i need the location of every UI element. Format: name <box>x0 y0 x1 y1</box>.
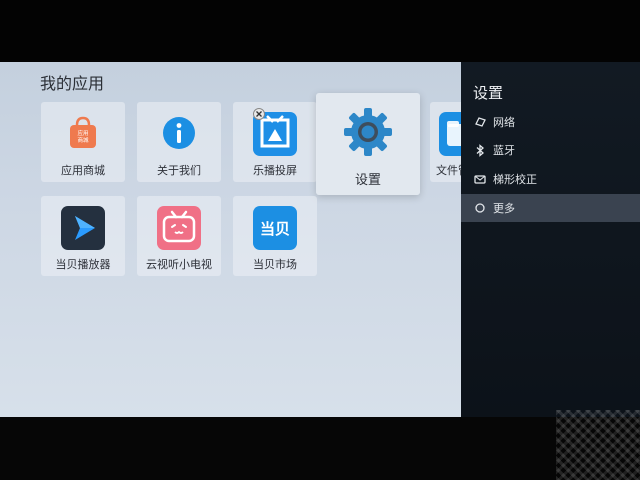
app-tile-dangbei-market[interactable]: 当贝 当贝市场 <box>233 196 317 276</box>
tv-screen: 我的应用 应用 商城 应用商城 关于我们 乐播投屏 设置 文件 当贝播放器 云视… <box>0 62 640 417</box>
uninstall-badge-icon <box>253 108 265 120</box>
settings-item-label: 网络 <box>493 116 515 129</box>
dangbei-market-icon: 当贝 <box>253 206 297 250</box>
more-icon <box>473 201 487 215</box>
market-icon-text: 当贝 <box>259 219 290 238</box>
app-label-store: 应用商城 <box>61 164 105 177</box>
settings-item-label: 蓝牙 <box>493 144 515 157</box>
network-icon <box>473 115 487 129</box>
dangbei-player-icon <box>61 206 105 250</box>
settings-panel: 设置 网络 蓝牙 梯形校正 更多 <box>461 62 640 417</box>
page-title: 我的应用 <box>40 74 105 93</box>
app-tile-store[interactable]: 应用 商城 应用商城 <box>41 102 125 182</box>
app-tile-files[interactable]: 文件管 <box>430 102 462 182</box>
settings-item-network[interactable]: 网络 <box>461 108 640 136</box>
app-label-dangbei-market: 当贝市场 <box>253 258 297 271</box>
settings-item-more[interactable]: 更多 <box>461 194 640 222</box>
settings-item-bluetooth[interactable]: 蓝牙 <box>461 136 640 164</box>
app-tile-bilibili[interactable]: 云视听小电视 <box>137 196 221 276</box>
app-label-bilibili: 云视听小电视 <box>146 258 212 271</box>
app-label-settings: 设置 <box>354 173 381 188</box>
app-tile-lebo[interactable]: 乐播投屏 <box>233 102 317 182</box>
app-label-lebo: 乐播投屏 <box>253 164 297 177</box>
app-label-files: 文件管 <box>436 164 462 177</box>
settings-item-label: 更多 <box>493 202 515 215</box>
bilibili-tv-icon <box>157 206 201 250</box>
app-store-bag-icon: 应用 商城 <box>67 116 99 154</box>
info-icon <box>162 116 196 154</box>
settings-item-keystone[interactable]: 梯形校正 <box>461 165 640 193</box>
store-badge-line-1: 应用 <box>77 129 88 137</box>
app-label-about: 关于我们 <box>157 164 201 177</box>
gear-icon <box>341 105 395 163</box>
app-tile-settings[interactable]: 设置 <box>316 93 420 195</box>
settings-item-label: 梯形校正 <box>493 173 537 186</box>
store-badge-line-2: 商城 <box>77 136 89 144</box>
bluetooth-icon <box>473 143 487 157</box>
keystone-icon <box>473 172 487 186</box>
display-bezel-top <box>0 0 640 62</box>
watermark-pattern <box>556 410 640 480</box>
app-label-dangbei-player: 当贝播放器 <box>55 258 111 271</box>
file-manager-icon <box>439 112 462 156</box>
app-tile-about[interactable]: 关于我们 <box>137 102 221 182</box>
app-tile-dangbei-player[interactable]: 当贝播放器 <box>41 196 125 276</box>
display-bezel-bottom <box>0 417 640 480</box>
settings-panel-title: 设置 <box>473 84 504 102</box>
